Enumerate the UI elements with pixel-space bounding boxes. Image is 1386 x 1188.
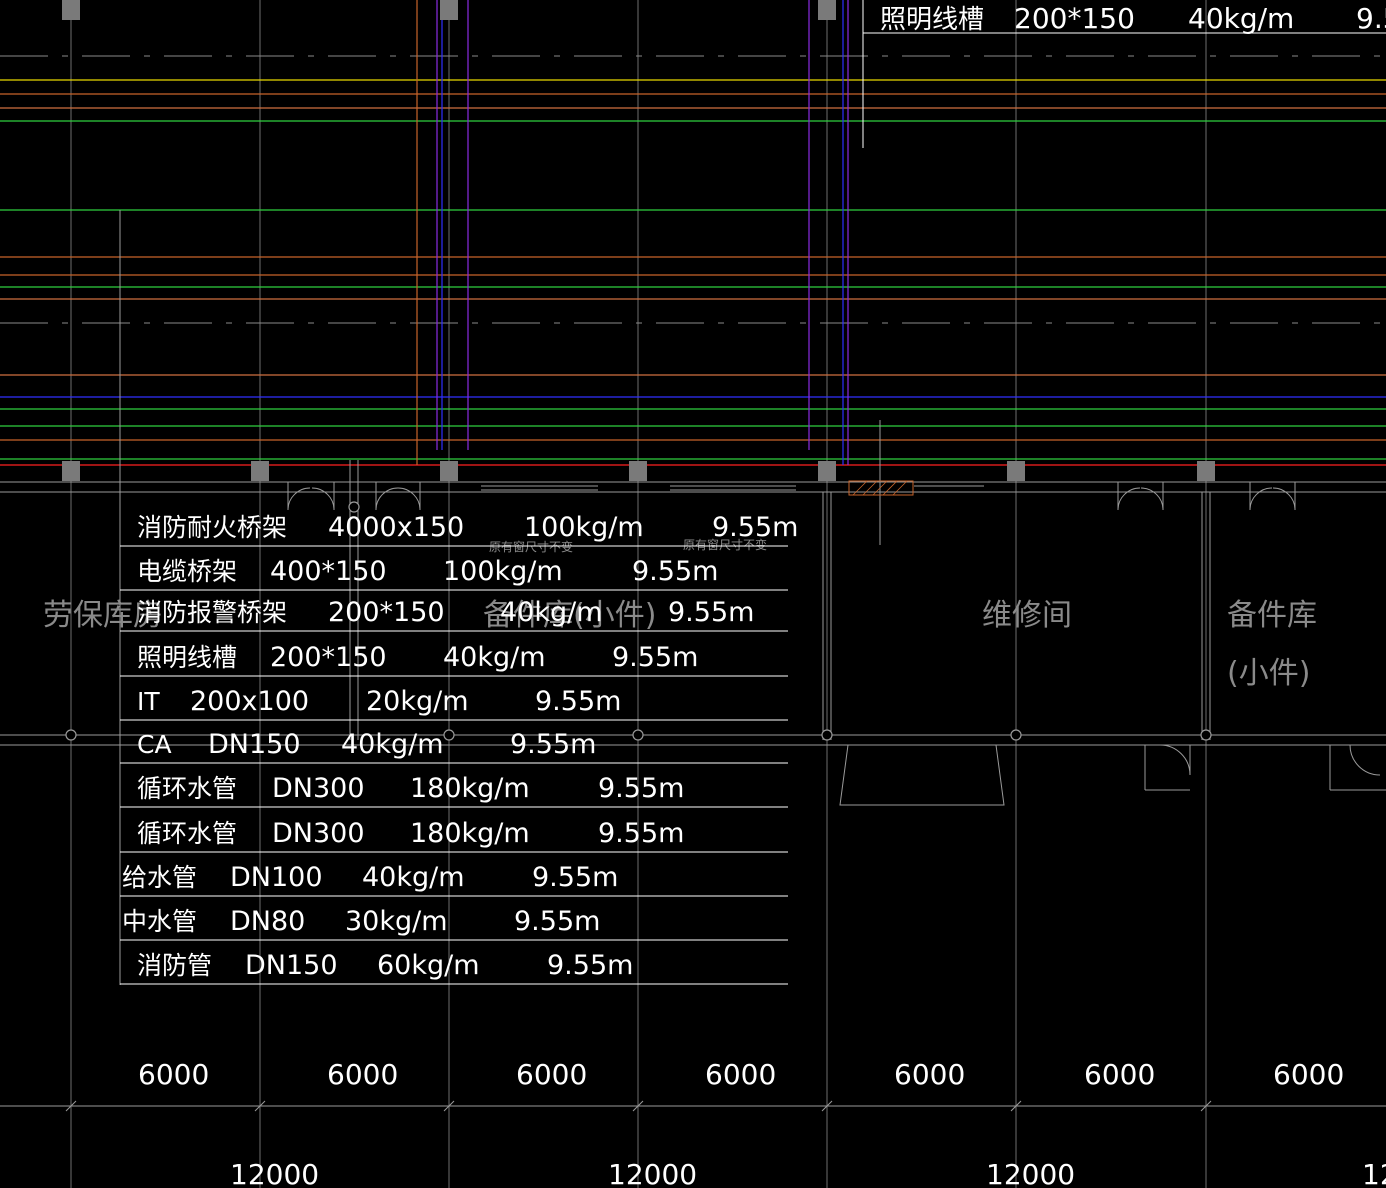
load-table-row: 电缆桥架 400*150 100kg/m 9.55m [120, 556, 788, 591]
bay-dimension: 6000 [705, 1058, 776, 1091]
span-dimension: 12000 [608, 1158, 697, 1188]
row-weight: 40kg/m [341, 729, 444, 760]
span-dimension: 12000 [986, 1158, 1075, 1188]
load-table-row: 消防管 DN150 60kg/m 9.55m [120, 950, 788, 985]
row-size: 200*150 [328, 597, 445, 628]
pipe-runs [0, 0, 1386, 466]
row-size: DN150 [208, 729, 301, 760]
row-size: DN300 [272, 818, 365, 849]
row-length: 9.55m [598, 773, 684, 804]
axis-grid-vertical [70, 0, 1207, 1188]
row-length: 9.55m [535, 686, 621, 717]
row-size: 200*150 [270, 642, 387, 673]
row-length: 9.55m [598, 818, 684, 849]
row-name: CA [137, 730, 172, 759]
load-table-row: 消防报警桥架 200*150 40kg/m 9.55m [120, 597, 788, 632]
row-length: 9.55m [510, 729, 596, 760]
drawing-svg: 照明线槽 200*150 40kg/m 9.5 [0, 0, 1386, 1188]
row-name: 消防报警桥架 [137, 598, 287, 627]
top-table-length: 9.5 [1356, 2, 1386, 35]
row-weight: 40kg/m [443, 642, 546, 673]
row-weight: 180kg/m [410, 818, 530, 849]
row-length: 9.55m [514, 906, 600, 937]
row-length: 9.55m [532, 862, 618, 893]
row-weight: 100kg/m [443, 556, 563, 587]
load-table-row: IT 200x100 20kg/m 9.55m [120, 686, 788, 721]
row-size: DN300 [272, 773, 365, 804]
room-repair: 维修间 [982, 598, 1072, 633]
bay-dimension: 6000 [516, 1058, 587, 1091]
load-table-row: 循环水管 DN300 180kg/m 9.55m [120, 818, 788, 853]
bay-dimension: 6000 [1084, 1058, 1155, 1091]
row-size: DN150 [245, 950, 338, 981]
row-size: 4000x150 [328, 512, 464, 543]
row-length: 9.55m [632, 556, 718, 587]
row-size: 400*150 [270, 556, 387, 587]
row-name: 消防管 [137, 951, 212, 980]
row-name: 循环水管 [137, 819, 237, 848]
top-table-weight: 40kg/m [1188, 2, 1294, 35]
row-weight: 40kg/m [500, 597, 603, 628]
row-length: 9.55m [712, 512, 798, 543]
row-name: IT [137, 687, 160, 716]
top-table-size: 200*150 [1014, 2, 1135, 35]
bay-dimension: 6000 [1273, 1058, 1344, 1091]
row-weight: 100kg/m [524, 512, 644, 543]
room-spare-small-2-line2: (小件) [1227, 656, 1310, 691]
row-weight: 40kg/m [362, 862, 465, 893]
load-table-row: 照明线槽 200*150 40kg/m 9.55m [120, 642, 788, 677]
row-size: DN100 [230, 862, 323, 893]
bay-dimension: 6000 [894, 1058, 965, 1091]
load-table-row: 给水管 DN100 40kg/m 9.55m [120, 862, 788, 897]
room-spare-small-2-line1: 备件库 [1227, 598, 1317, 633]
bay-dimension: 6000 [138, 1058, 209, 1091]
row-weight: 30kg/m [345, 906, 448, 937]
dimension-labels: 6000 6000 6000 6000 6000 6000 6000 12000 12000 12… [138, 1058, 1386, 1188]
doors-bottom [839, 744, 1386, 806]
row-name: 消防耐火桥架 [137, 513, 287, 542]
span-dimension: 12000 [230, 1158, 319, 1188]
row-name: 中水管 [122, 907, 197, 936]
load-table: 消防耐火桥架 4000x150 100kg/m 9.55m 电缆桥架 400*150 100… [120, 512, 798, 985]
row-name: 电缆桥架 [137, 557, 237, 586]
row-name: 照明线槽 [137, 643, 237, 672]
row-length: 9.55m [547, 950, 633, 981]
top-table-name: 照明线槽 [880, 5, 984, 35]
axis-grid-horizontal [0, 55, 1386, 324]
row-length: 9.55m [612, 642, 698, 673]
columns-top [62, 0, 836, 20]
bay-dimension: 6000 [327, 1058, 398, 1091]
row-weight: 20kg/m [366, 686, 469, 717]
cad-drawing: 照明线槽 200*150 40kg/m 9.5 [0, 0, 1386, 1188]
columns-mid [62, 461, 1215, 481]
row-name: 给水管 [122, 863, 197, 892]
row-size: 200x100 [190, 686, 309, 717]
top-table: 照明线槽 200*150 40kg/m 9.5 [862, 0, 1386, 148]
row-name: 循环水管 [137, 774, 237, 803]
span-dimension: 12 [1362, 1158, 1386, 1188]
row-weight: 180kg/m [410, 773, 530, 804]
row-size: DN80 [230, 906, 305, 937]
load-table-row: 循环水管 DN300 180kg/m 9.55m [120, 773, 788, 808]
row-weight: 60kg/m [377, 950, 480, 981]
row-length: 9.55m [668, 597, 754, 628]
hatched-window [848, 480, 914, 496]
dimension-lines [0, 1100, 1386, 1112]
load-table-row: 中水管 DN80 30kg/m 9.55m [120, 906, 788, 941]
